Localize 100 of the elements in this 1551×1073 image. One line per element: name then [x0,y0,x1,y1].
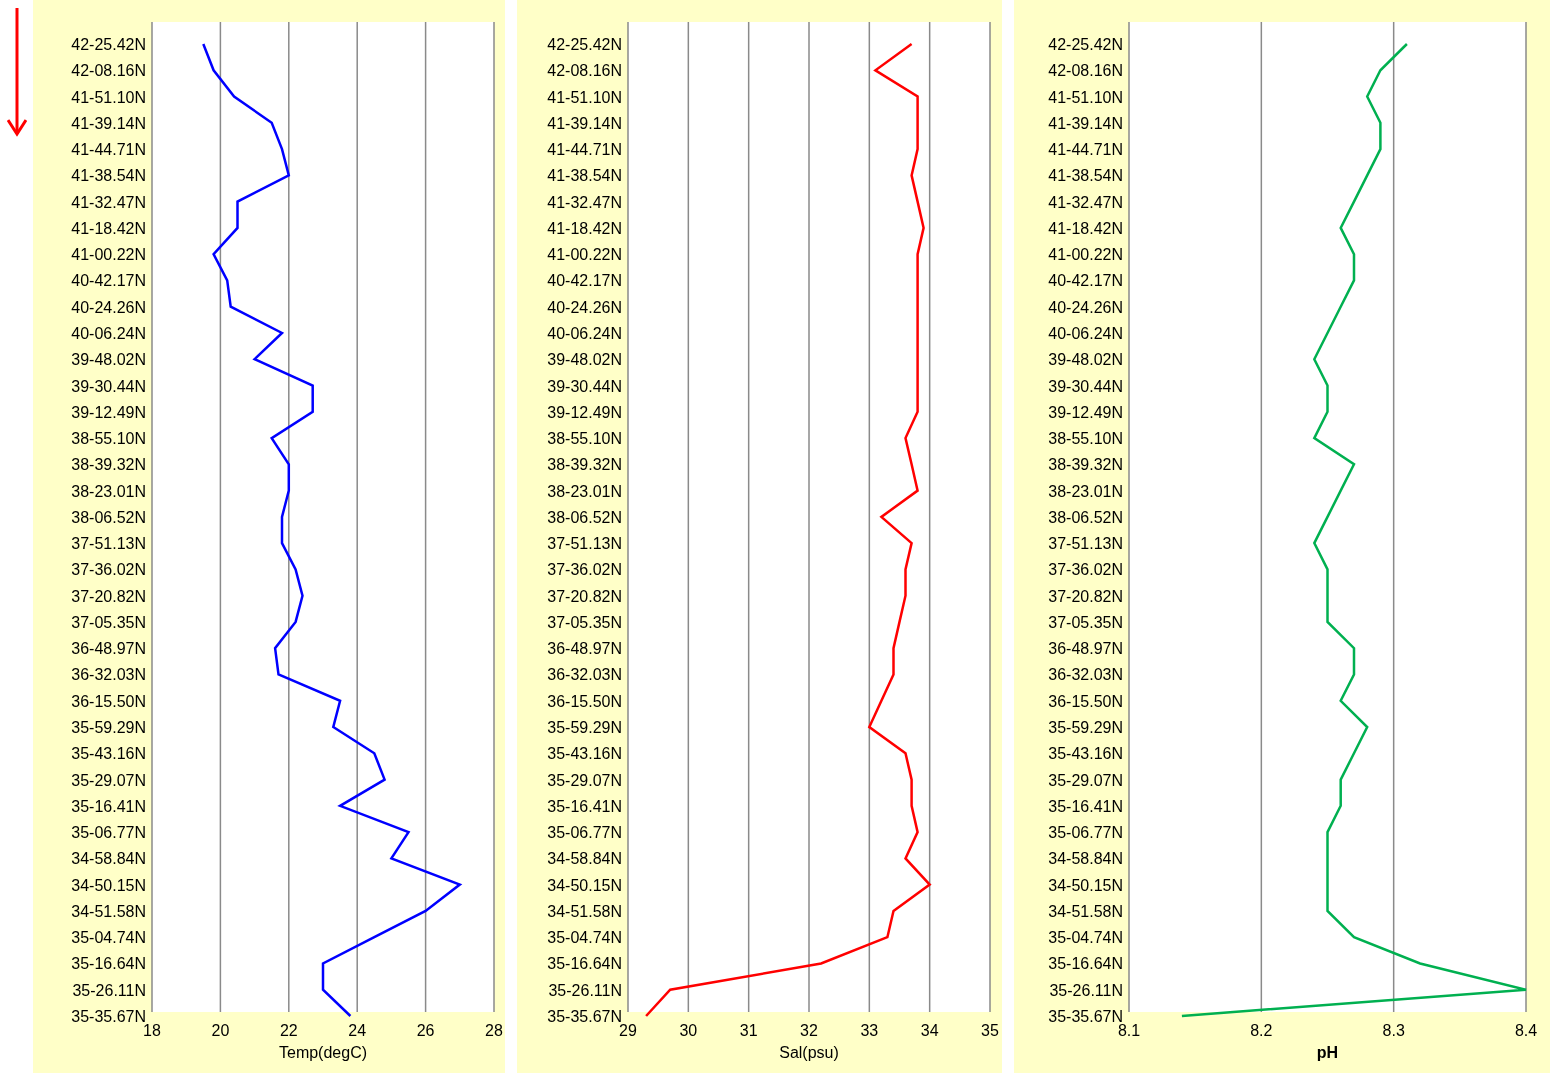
tick-label: 26 [416,1022,435,1039]
category-label: 40-42.17N [547,272,622,290]
category-label: 37-51.13N [547,535,622,553]
category-label: 37-20.82N [547,587,622,605]
category-label: 35-16.41N [547,797,622,815]
category-label: 40-42.17N [71,272,146,290]
category-label: 35-43.16N [71,745,146,763]
category-label: 38-39.32N [71,456,146,474]
category-label: 36-32.03N [1048,666,1123,684]
tick-label: 35 [981,1022,999,1039]
category-label: 35-35.67N [547,1008,622,1025]
axis-title: Temp(degC) [279,1044,367,1061]
category-label: 38-23.01N [71,482,146,500]
category-label: 38-39.32N [1048,456,1123,474]
category-label: 40-06.24N [1048,324,1123,342]
category-label: 41-38.54N [547,167,622,185]
category-label: 41-44.71N [71,141,146,159]
category-label: 35-59.29N [547,719,622,737]
category-label: 40-42.17N [1048,272,1123,290]
category-label: 41-32.47N [71,193,146,211]
category-label: 41-32.47N [1048,193,1123,211]
category-label: 41-44.71N [547,141,622,159]
category-label: 36-48.97N [547,640,622,658]
category-label: 36-32.03N [71,666,146,684]
category-label: 41-32.47N [547,193,622,211]
category-label: 41-18.42N [1048,219,1123,237]
category-label: 38-06.52N [547,508,622,526]
tick-label: 8.2 [1250,1022,1273,1039]
category-label: 41-39.14N [547,114,622,132]
category-label: 35-04.74N [71,929,146,947]
category-label: 41-51.10N [547,88,622,106]
category-label: 39-12.49N [547,403,622,421]
category-label: 35-43.16N [1048,745,1123,763]
category-label: 42-08.16N [547,62,622,80]
category-label: 35-16.64N [1048,955,1123,973]
tick-label: 18 [143,1022,161,1039]
category-label: 35-16.41N [1048,797,1123,815]
category-label: 35-29.07N [547,771,622,789]
tick-label: 32 [800,1022,818,1039]
category-label: 42-08.16N [71,62,146,80]
category-label: 36-15.50N [71,692,146,710]
category-label: 35-35.67N [1048,1008,1123,1025]
category-label: 38-55.10N [71,430,146,448]
category-label: 41-00.22N [71,246,146,264]
category-label: 35-06.77N [1048,824,1123,842]
category-label: 34-58.84N [71,850,146,868]
category-label: 41-18.42N [71,219,146,237]
category-label: 35-59.29N [1048,719,1123,737]
category-label: 35-16.64N [547,955,622,973]
category-label: 37-20.82N [71,587,146,605]
category-label: 37-51.13N [71,535,146,553]
category-label: 35-43.16N [547,745,622,763]
category-label: 34-50.15N [547,876,622,894]
category-label: 41-38.54N [1048,167,1123,185]
category-label: 41-00.22N [547,246,622,264]
category-label: 35-26.11N [548,981,622,999]
category-label: 35-35.67N [71,1008,146,1025]
category-label: 34-58.84N [547,850,622,868]
category-label: 37-05.35N [71,613,146,631]
category-label: 35-26.11N [72,981,146,999]
category-label: 39-48.02N [71,351,146,369]
category-label: 41-00.22N [1048,246,1123,264]
category-label: 35-29.07N [1048,771,1123,789]
category-label: 34-51.58N [71,902,146,920]
category-label: 42-08.16N [1048,62,1123,80]
category-label: 38-06.52N [1048,508,1123,526]
category-label: 35-16.64N [71,955,146,973]
tick-label: 8.1 [1117,1022,1141,1039]
category-label: 39-48.02N [1048,351,1123,369]
category-label: 35-06.77N [71,824,146,842]
tick-label: 33 [860,1022,879,1039]
category-label: 35-16.41N [71,797,146,815]
category-label: 37-51.13N [1048,535,1123,553]
category-label: 39-48.02N [547,351,622,369]
category-label: 37-36.02N [71,561,146,579]
category-label: 38-23.01N [1048,482,1123,500]
category-label: 42-25.42N [71,36,146,53]
axis-title: Sal(psu) [779,1044,839,1061]
tick-label: 8.3 [1382,1022,1405,1039]
category-label: 36-32.03N [547,666,622,684]
category-label: 42-25.42N [1048,36,1123,53]
category-label: 37-36.02N [547,561,622,579]
category-label: 41-51.10N [1048,88,1123,106]
category-label: 40-06.24N [71,324,146,342]
category-label: 40-24.26N [547,298,622,316]
category-label: 38-55.10N [547,430,622,448]
tick-label: 22 [279,1022,298,1039]
tick-label: 31 [739,1022,758,1039]
category-label: 35-04.74N [1048,929,1123,947]
category-label: 40-24.26N [1048,298,1123,316]
category-label: 38-39.32N [547,456,622,474]
category-label: 42-25.42N [547,36,622,53]
axis-title: pH [1316,1044,1339,1061]
category-label: 38-23.01N [547,482,622,500]
category-label: 36-48.97N [71,640,146,658]
tick-label: 30 [679,1022,698,1039]
category-label: 39-12.49N [71,403,146,421]
category-label: 34-50.15N [1048,876,1123,894]
category-label: 37-20.82N [1048,587,1123,605]
category-label: 36-15.50N [1048,692,1123,710]
